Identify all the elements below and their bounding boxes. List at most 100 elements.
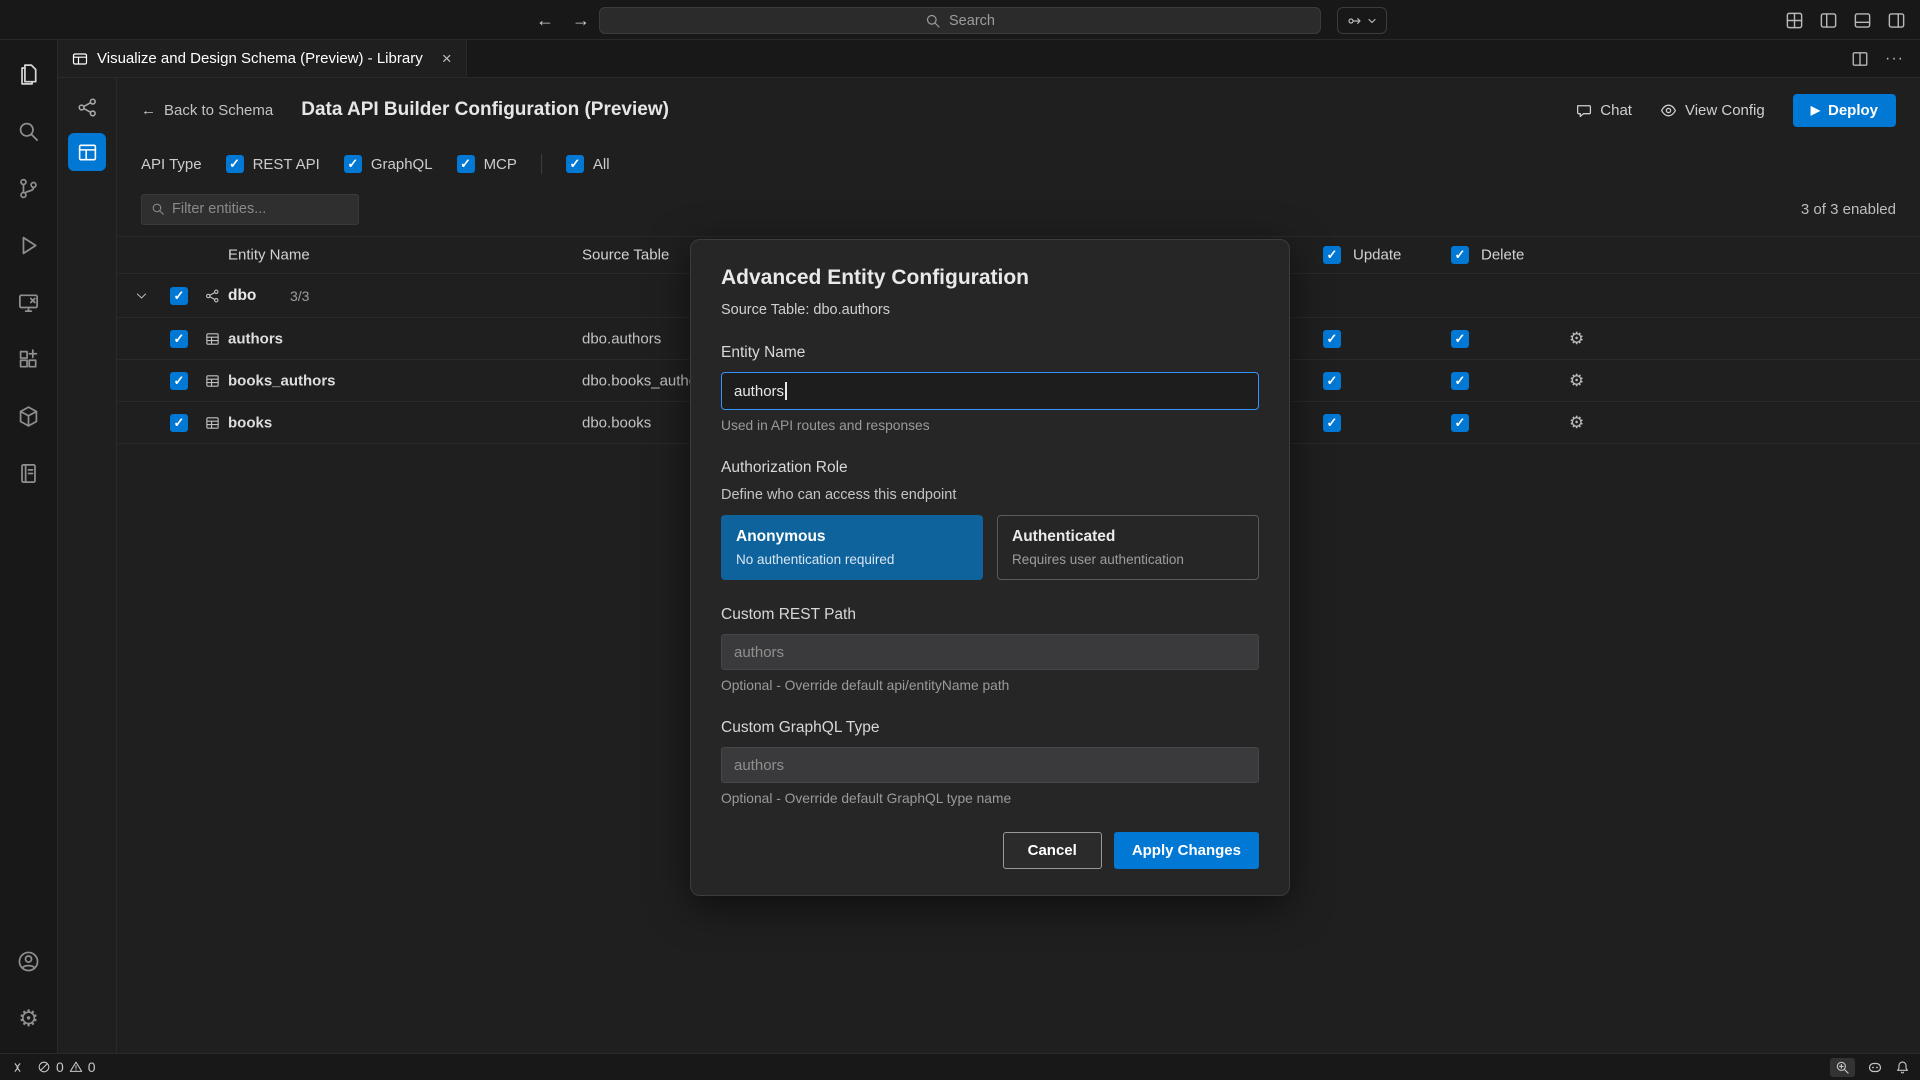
back-arrow-icon: ← xyxy=(141,102,156,119)
tab-schema-designer[interactable]: Visualize and Design Schema (Preview) - … xyxy=(58,40,467,77)
chat-icon xyxy=(1575,102,1592,119)
back-label: Back to Schema xyxy=(164,102,273,119)
row-checkbox[interactable] xyxy=(170,330,188,348)
entity-source: dbo.books xyxy=(582,414,651,431)
problems-indicator[interactable]: 0 0 xyxy=(37,1059,96,1075)
more-actions-icon[interactable]: ··· xyxy=(1885,50,1904,68)
explorer-icon[interactable] xyxy=(5,46,53,103)
copilot-session-menu[interactable] xyxy=(1337,7,1387,34)
role-card-authenticated[interactable]: Authenticated Requires user authenticati… xyxy=(997,515,1259,580)
view-config-button[interactable]: View Config xyxy=(1660,102,1765,119)
tab-close-icon[interactable]: × xyxy=(442,49,452,69)
update-checkbox[interactable] xyxy=(1323,372,1341,390)
chat-label: Chat xyxy=(1600,102,1632,119)
dialog-source-table: Source Table: dbo.authors xyxy=(721,302,1259,318)
deploy-button[interactable]: ▶ Deploy xyxy=(1793,94,1896,127)
role-title: Anonymous xyxy=(736,528,968,546)
api-type-label: API Type xyxy=(141,156,202,173)
text-caret xyxy=(785,382,787,400)
graphql-checkbox[interactable] xyxy=(344,155,362,173)
search-placeholder: Search xyxy=(949,13,995,29)
toggle-secondary-sidebar-icon[interactable] xyxy=(1887,11,1906,30)
eye-icon xyxy=(1660,102,1677,119)
delete-checkbox[interactable] xyxy=(1451,414,1469,432)
search-icon xyxy=(925,13,941,29)
apply-changes-button[interactable]: Apply Changes xyxy=(1114,832,1259,869)
entity-name-value: authors xyxy=(734,383,784,400)
entity-name-field[interactable]: authors xyxy=(721,372,1259,410)
entity-name: authors xyxy=(228,330,283,347)
table-icon xyxy=(205,373,220,388)
customize-layout-icon[interactable] xyxy=(1785,11,1804,30)
visualize-schema-button[interactable] xyxy=(68,88,106,126)
table-designer-icon[interactable] xyxy=(5,445,53,502)
update-all-checkbox[interactable] xyxy=(1323,246,1341,264)
schema-tab-icon xyxy=(72,51,88,67)
entity-settings-gear-icon[interactable]: ⚙ xyxy=(1569,413,1584,433)
rest-path-input[interactable] xyxy=(721,634,1259,670)
graphql-type-label: Custom GraphQL Type xyxy=(721,719,1259,737)
authorization-role-label: Authorization Role xyxy=(721,459,1259,477)
back-to-schema-link[interactable]: ← Back to Schema xyxy=(141,102,273,119)
collapse-chevron-icon[interactable] xyxy=(135,289,148,302)
nav-forward-icon[interactable]: → xyxy=(572,10,590,31)
update-checkbox[interactable] xyxy=(1323,414,1341,432)
designer-toolbar xyxy=(58,78,117,1053)
toggle-primary-sidebar-icon[interactable] xyxy=(1819,11,1838,30)
authorization-helper: Define who can access this endpoint xyxy=(721,487,1259,503)
data-api-builder-button[interactable] xyxy=(68,133,106,171)
entity-name: books xyxy=(228,414,272,431)
nav-back-icon[interactable]: ← xyxy=(536,10,554,31)
account-icon[interactable] xyxy=(5,933,53,990)
mcp-label: MCP xyxy=(484,156,517,173)
remote-explorer-icon[interactable] xyxy=(5,274,53,331)
schema-group-checkbox[interactable] xyxy=(170,287,188,305)
notifications-bell-icon[interactable] xyxy=(1895,1060,1910,1075)
entity-name: books_authors xyxy=(228,372,336,389)
source-control-icon[interactable] xyxy=(5,160,53,217)
schema-group-name: dbo xyxy=(228,287,256,305)
delete-checkbox[interactable] xyxy=(1451,330,1469,348)
deploy-label: Deploy xyxy=(1828,102,1878,119)
copilot-icon[interactable] xyxy=(1867,1059,1883,1075)
error-count: 0 xyxy=(56,1059,64,1075)
settings-gear-icon[interactable]: ⚙ xyxy=(5,990,53,1047)
dialog-title: Advanced Entity Configuration xyxy=(721,266,1259,290)
database-icon[interactable] xyxy=(5,388,53,445)
role-card-anonymous[interactable]: Anonymous No authentication required xyxy=(721,515,983,580)
row-checkbox[interactable] xyxy=(170,372,188,390)
status-bar: 0 0 xyxy=(0,1053,1920,1080)
update-checkbox[interactable] xyxy=(1323,330,1341,348)
command-search-box[interactable]: Search xyxy=(599,7,1321,34)
all-checkbox[interactable] xyxy=(566,155,584,173)
page-title: Data API Builder Configuration (Preview) xyxy=(301,99,669,121)
zoom-button[interactable] xyxy=(1830,1058,1855,1077)
toggle-panel-icon[interactable] xyxy=(1853,11,1872,30)
delete-header: Delete xyxy=(1481,247,1524,264)
entity-settings-gear-icon[interactable]: ⚙ xyxy=(1569,371,1584,391)
split-editor-icon[interactable] xyxy=(1851,50,1869,68)
run-debug-icon[interactable] xyxy=(5,217,53,274)
entity-settings-gear-icon[interactable]: ⚙ xyxy=(1569,329,1584,349)
delete-checkbox[interactable] xyxy=(1451,372,1469,390)
rest-api-label: REST API xyxy=(253,156,320,173)
graphql-type-input[interactable] xyxy=(721,747,1259,783)
delete-all-checkbox[interactable] xyxy=(1451,246,1469,264)
update-header: Update xyxy=(1353,247,1401,264)
role-subtitle: Requires user authentication xyxy=(1012,552,1244,567)
mcp-checkbox[interactable] xyxy=(457,155,475,173)
entity-source: dbo.authors xyxy=(582,330,661,347)
search-sidebar-icon[interactable] xyxy=(5,103,53,160)
role-title: Authenticated xyxy=(1012,528,1244,546)
table-icon xyxy=(205,331,220,346)
enabled-summary: 3 of 3 enabled xyxy=(1801,201,1896,218)
chat-button[interactable]: Chat xyxy=(1575,102,1632,119)
remote-indicator-icon[interactable] xyxy=(10,1060,25,1075)
row-checkbox[interactable] xyxy=(170,414,188,432)
graphql-label: GraphQL xyxy=(371,156,433,173)
rest-api-checkbox[interactable] xyxy=(226,155,244,173)
filter-entities-input[interactable] xyxy=(172,201,359,217)
rest-path-label: Custom REST Path xyxy=(721,606,1259,624)
extensions-icon[interactable] xyxy=(5,331,53,388)
cancel-button[interactable]: Cancel xyxy=(1003,832,1102,869)
